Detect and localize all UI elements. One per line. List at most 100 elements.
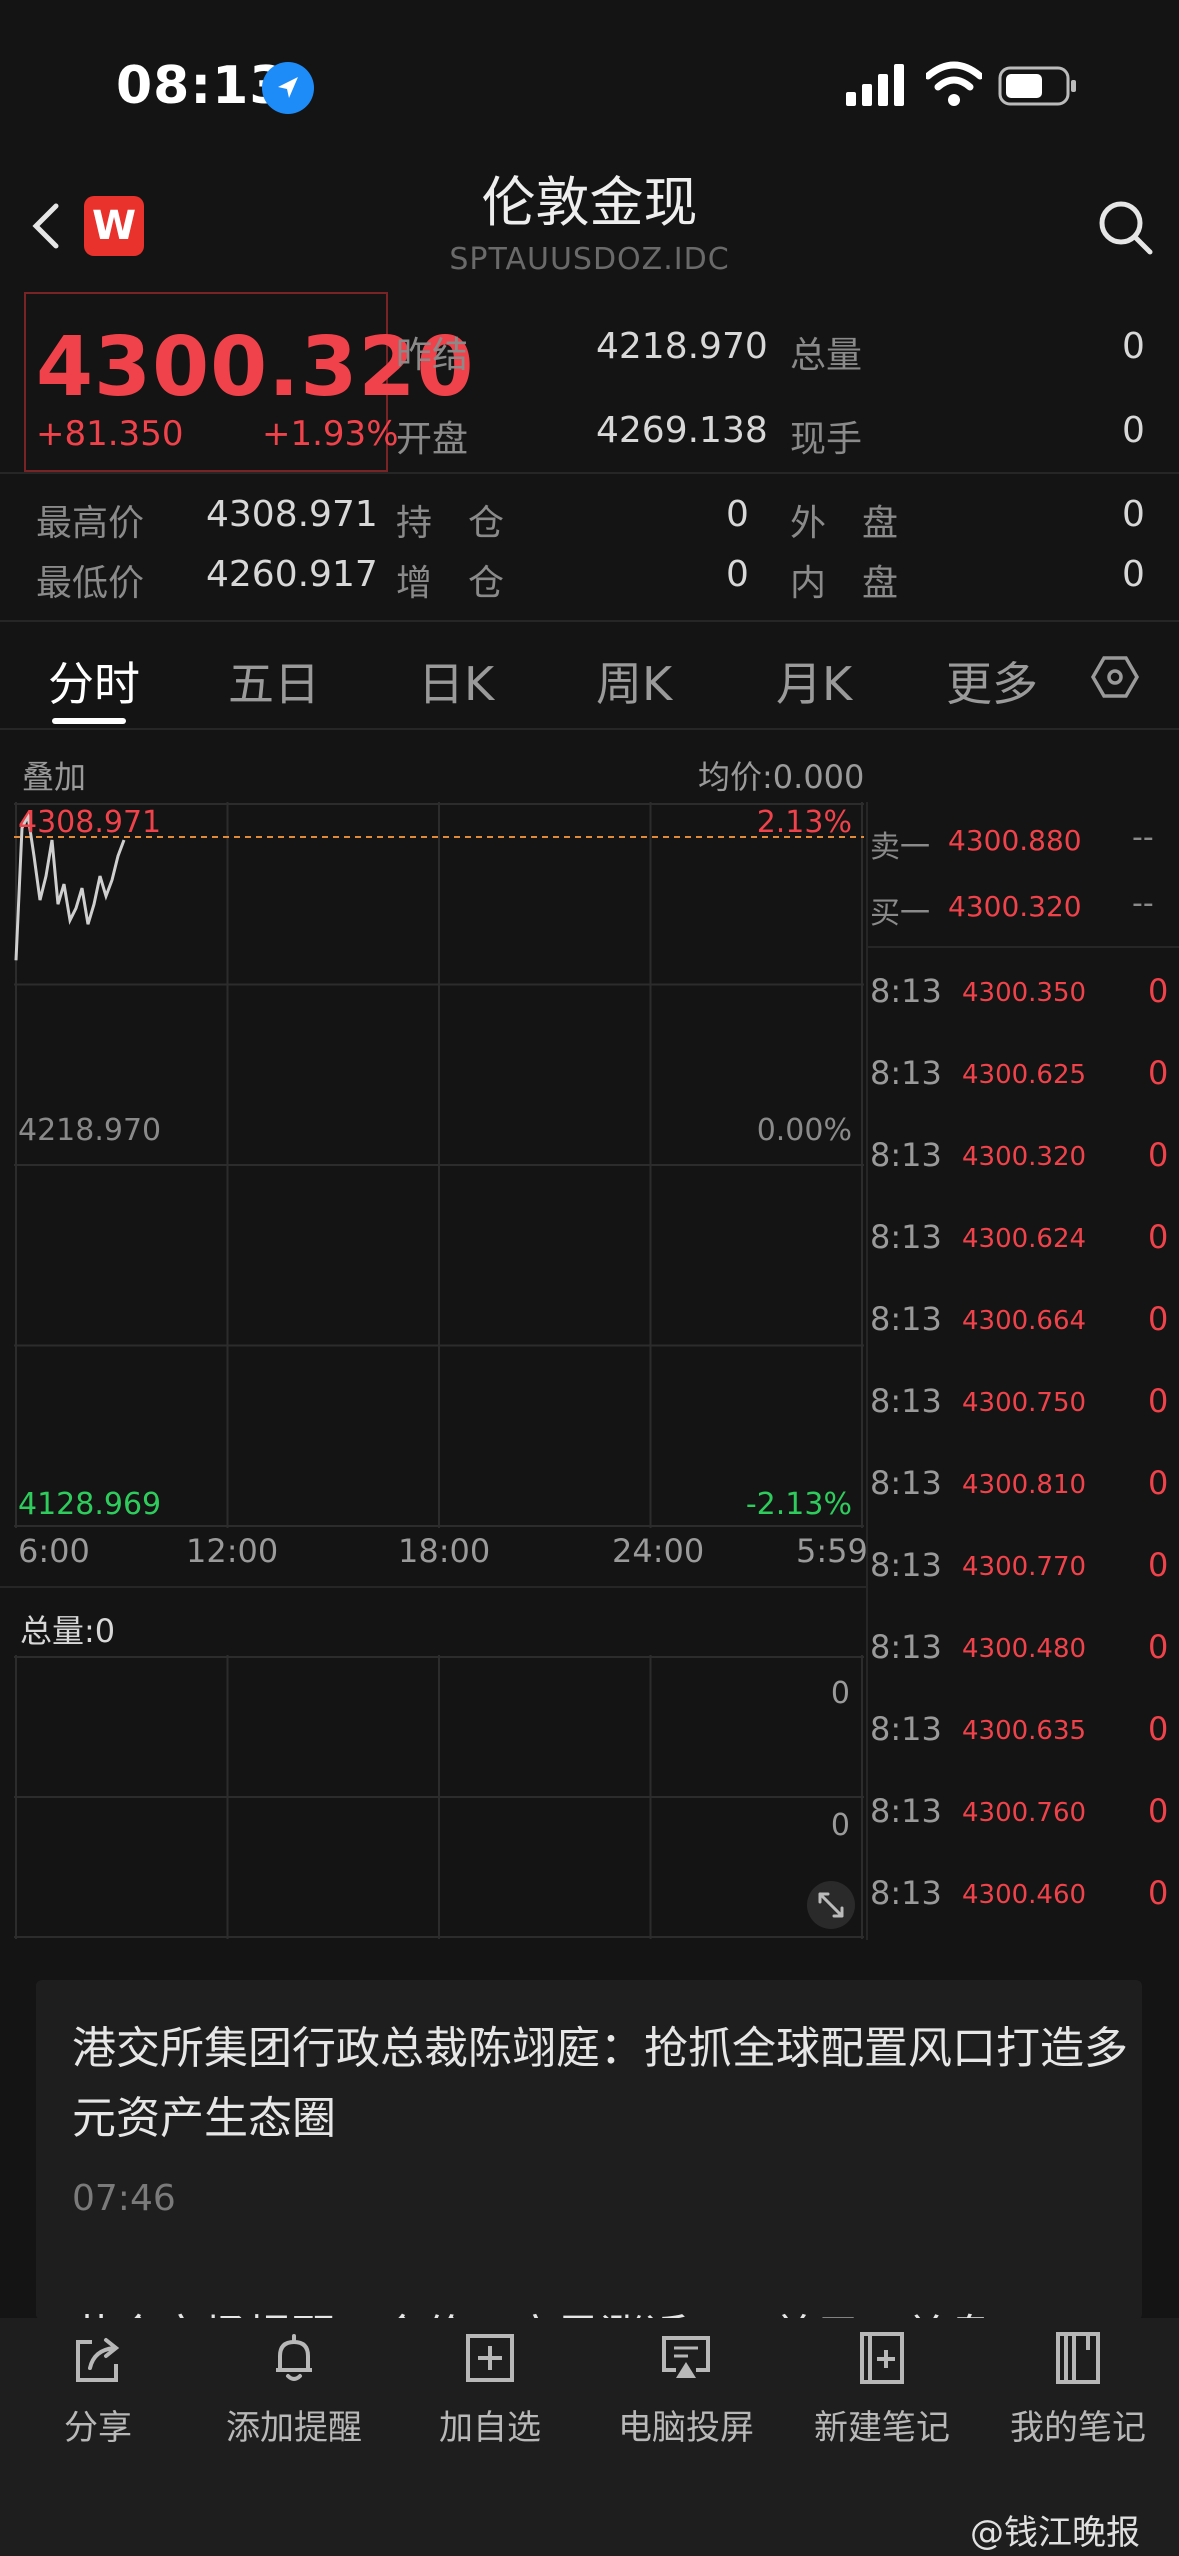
instrument-code: SPTAUUSDOZ.IDC <box>449 242 730 277</box>
tick-volume: 0 <box>1148 1136 1169 1174</box>
price-change: +81.350 <box>36 414 184 454</box>
tab-five-day[interactable]: 五日 <box>228 648 320 714</box>
tick-volume: 0 <box>1148 1382 1169 1420</box>
open-interest-label: 持 仓 <box>396 503 505 544</box>
wifi-icon <box>926 61 982 106</box>
active-tab-indicator <box>52 718 126 724</box>
tab-daily-k[interactable]: 日K <box>418 648 494 714</box>
plus-square-icon <box>466 2334 514 2382</box>
status-time: 08:13 <box>116 56 287 116</box>
tick-volume: 0 <box>1148 1710 1169 1748</box>
ask-volume: -- <box>1132 820 1154 855</box>
x-tick: 24:00 <box>612 1532 705 1570</box>
total-volume-value: 0 <box>1122 326 1145 367</box>
expand-chart-icon[interactable] <box>806 1880 856 1930</box>
search-icon[interactable] <box>1094 196 1158 260</box>
open-interest-value: 0 <box>726 494 749 535</box>
volume-tick-mid: 0 <box>831 1808 850 1843</box>
tick-price: 4300.664 <box>962 1306 1087 1336</box>
volume-chart: 0 0 <box>14 1655 864 1939</box>
bid-volume: -- <box>1132 886 1154 921</box>
tick-time: 8:13 <box>870 1792 942 1830</box>
tick-volume: 0 <box>1148 1300 1169 1338</box>
news-time: 07:46 <box>72 2178 176 2219</box>
add-alert-button[interactable]: 添加提醒 <box>196 2328 392 2449</box>
ask-label: 卖一 <box>870 830 930 865</box>
current-hand-value: 0 <box>1122 410 1145 451</box>
price-change-pct: +1.93% <box>262 414 399 454</box>
tab-more[interactable]: 更多 <box>946 648 1038 714</box>
y-left-tick-mid: 4218.970 <box>18 1113 161 1148</box>
y-right-tick-low: -2.13% <box>746 1487 852 1522</box>
intraday-price-chart[interactable]: 4308.971 4218.970 4128.969 2.13% 0.00% -… <box>14 802 864 1528</box>
tick-volume: 0 <box>1148 1218 1169 1256</box>
tab-weekly-k[interactable]: 周K <box>596 648 672 714</box>
inner-volume-label: 内 盘 <box>790 563 899 604</box>
screen-cast-label: 电脑投屏 <box>618 2408 754 2448</box>
tick-price: 4300.320 <box>962 1142 1087 1172</box>
share-label: 分享 <box>64 2408 132 2448</box>
high-label: 最高价 <box>36 503 145 544</box>
divider <box>0 620 1179 622</box>
outer-volume-value: 0 <box>1122 494 1145 535</box>
news-headline[interactable]: 港交所集团行政总裁陈翊庭：抢抓全球配置风口打造多元资产生态圈 <box>72 2014 1132 2154</box>
tick-price: 4300.760 <box>962 1798 1087 1828</box>
y-left-tick-low: 4128.969 <box>18 1487 161 1522</box>
tick-price: 4300.480 <box>962 1634 1087 1664</box>
settings-hex-icon[interactable] <box>1090 652 1140 702</box>
tick-volume: 0 <box>1148 1792 1169 1830</box>
tick-price: 4300.635 <box>962 1716 1087 1746</box>
tick-time: 8:13 <box>870 1300 942 1338</box>
tick-price: 4300.625 <box>962 1060 1087 1090</box>
tick-time: 8:13 <box>870 1382 942 1420</box>
x-tick: 5:59 <box>796 1532 868 1570</box>
share-button[interactable]: 分享 <box>0 2328 196 2449</box>
screen-cast-button[interactable]: 电脑投屏 <box>588 2328 784 2449</box>
tick-time: 8:13 <box>870 1054 942 1092</box>
bid-label: 买一 <box>870 896 930 931</box>
tick-time: 8:13 <box>870 1136 942 1174</box>
notebook-icon <box>1056 2332 1100 2384</box>
average-price: 均价:0.000 <box>698 758 865 796</box>
my-notes-label: 我的笔记 <box>1010 2408 1146 2448</box>
inner-volume-value: 0 <box>1122 554 1145 595</box>
low-value: 4260.917 <box>206 554 378 595</box>
bell-icon <box>276 2334 312 2381</box>
divider <box>0 1586 866 1588</box>
divider <box>0 472 1179 474</box>
y-right-tick-high: 2.13% <box>757 805 852 840</box>
page-title: 伦敦金现 <box>481 171 698 234</box>
tick-price: 4300.460 <box>962 1880 1087 1910</box>
new-note-label: 新建笔记 <box>814 2408 950 2448</box>
new-note-icon <box>860 2332 904 2384</box>
x-tick: 6:00 <box>18 1532 90 1570</box>
tick-price: 4300.810 <box>962 1470 1087 1500</box>
open-value: 4269.138 <box>596 410 768 451</box>
tick-price: 4300.750 <box>962 1388 1087 1418</box>
total-volume-label: 总量 <box>790 335 863 376</box>
new-note-button[interactable]: 新建笔记 <box>784 2328 980 2449</box>
tick-time: 8:13 <box>870 1710 942 1748</box>
battery-icon <box>998 66 1076 106</box>
tick-time: 8:13 <box>870 1628 942 1666</box>
low-label: 最低价 <box>36 563 145 604</box>
ask-price: 4300.880 <box>948 824 1082 857</box>
source-watermark: @钱江晚报 <box>970 2513 1140 2553</box>
tick-price: 4300.770 <box>962 1552 1087 1582</box>
tick-volume: 0 <box>1148 1874 1169 1912</box>
overlay-button[interactable]: 叠加 <box>22 752 86 798</box>
volume-title: 总量:0 <box>20 1612 116 1650</box>
my-notes-button[interactable]: 我的笔记 <box>980 2328 1176 2449</box>
share-icon <box>76 2338 120 2382</box>
add-watchlist-label: 加自选 <box>439 2408 541 2448</box>
tab-monthly-k[interactable]: 月K <box>776 648 852 714</box>
prev-settle-value: 4218.970 <box>596 326 768 367</box>
y-left-tick-high: 4308.971 <box>18 805 161 840</box>
y-right-tick-mid: 0.00% <box>757 1113 852 1148</box>
tick-volume: 0 <box>1148 1628 1169 1666</box>
screen-cast-icon <box>662 2336 710 2378</box>
open-label: 开盘 <box>396 419 469 460</box>
tab-intraday[interactable]: 分时 <box>48 648 140 714</box>
add-watchlist-button[interactable]: 加自选 <box>392 2328 588 2449</box>
tick-volume: 0 <box>1148 1546 1169 1584</box>
